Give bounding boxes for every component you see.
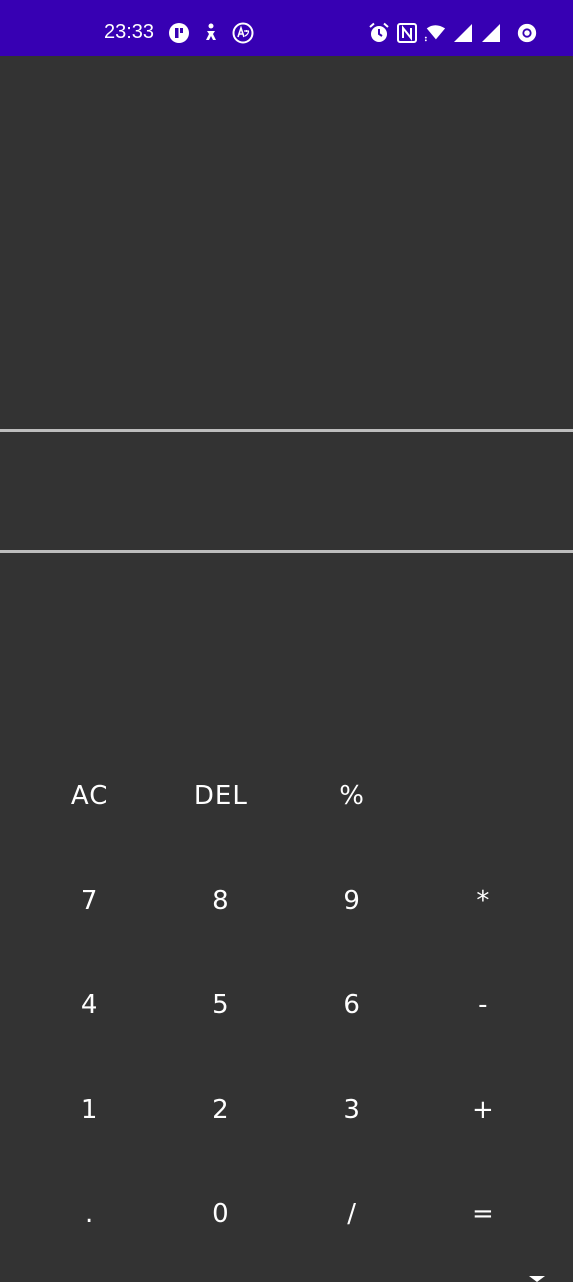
keypad-row: . 0 / = (24, 1162, 549, 1267)
digit-7-button[interactable]: 7 (24, 849, 155, 954)
result-display (0, 432, 573, 550)
divide-button[interactable]: / (287, 1162, 418, 1267)
digit-0-button[interactable]: 0 (155, 1162, 286, 1267)
digit-2-button[interactable]: 2 (155, 1058, 286, 1163)
status-bar: 23:33 (0, 0, 573, 56)
scroll-indicator-icon (529, 1276, 545, 1282)
expression-display (0, 56, 573, 429)
digit-9-button[interactable]: 9 (287, 849, 418, 954)
keypad: AC DEL % 7 8 9 * 4 5 6 - 1 2 3 + . 0 / = (24, 744, 549, 1267)
alarm-icon (368, 22, 390, 44)
notification-app-icon (168, 22, 190, 44)
status-icons-right (368, 21, 538, 45)
wifi-icon (424, 22, 446, 44)
signal-icon (480, 22, 502, 44)
signal-icon (452, 22, 474, 44)
multiply-button[interactable]: * (418, 849, 549, 954)
status-time: 23:33 (104, 21, 155, 43)
delete-button[interactable]: DEL (155, 744, 286, 849)
keypad-row: 7 8 9 * (24, 849, 549, 954)
digit-6-button[interactable]: 6 (287, 953, 418, 1058)
nfc-icon (396, 22, 418, 44)
display-divider-bottom (0, 550, 573, 553)
accessibility-icon (200, 22, 222, 44)
digit-4-button[interactable]: 4 (24, 953, 155, 1058)
battery-icon (516, 22, 538, 44)
digit-5-button[interactable]: 5 (155, 953, 286, 1058)
decimal-point-button[interactable]: . (24, 1162, 155, 1267)
keypad-row: AC DEL % (24, 744, 549, 849)
percent-button[interactable]: % (287, 744, 418, 849)
clear-all-button[interactable]: AC (24, 744, 155, 849)
equals-button[interactable]: = (418, 1162, 549, 1267)
translate-icon (232, 22, 254, 44)
subtract-button[interactable]: - (418, 953, 549, 1058)
digit-8-button[interactable]: 8 (155, 849, 286, 954)
keypad-row: 4 5 6 - (24, 953, 549, 1058)
status-icons-left (168, 21, 254, 45)
digit-1-button[interactable]: 1 (24, 1058, 155, 1163)
add-button[interactable]: + (418, 1058, 549, 1163)
keypad-row: 1 2 3 + (24, 1058, 549, 1163)
empty-key-slot (418, 744, 549, 849)
digit-3-button[interactable]: 3 (287, 1058, 418, 1163)
